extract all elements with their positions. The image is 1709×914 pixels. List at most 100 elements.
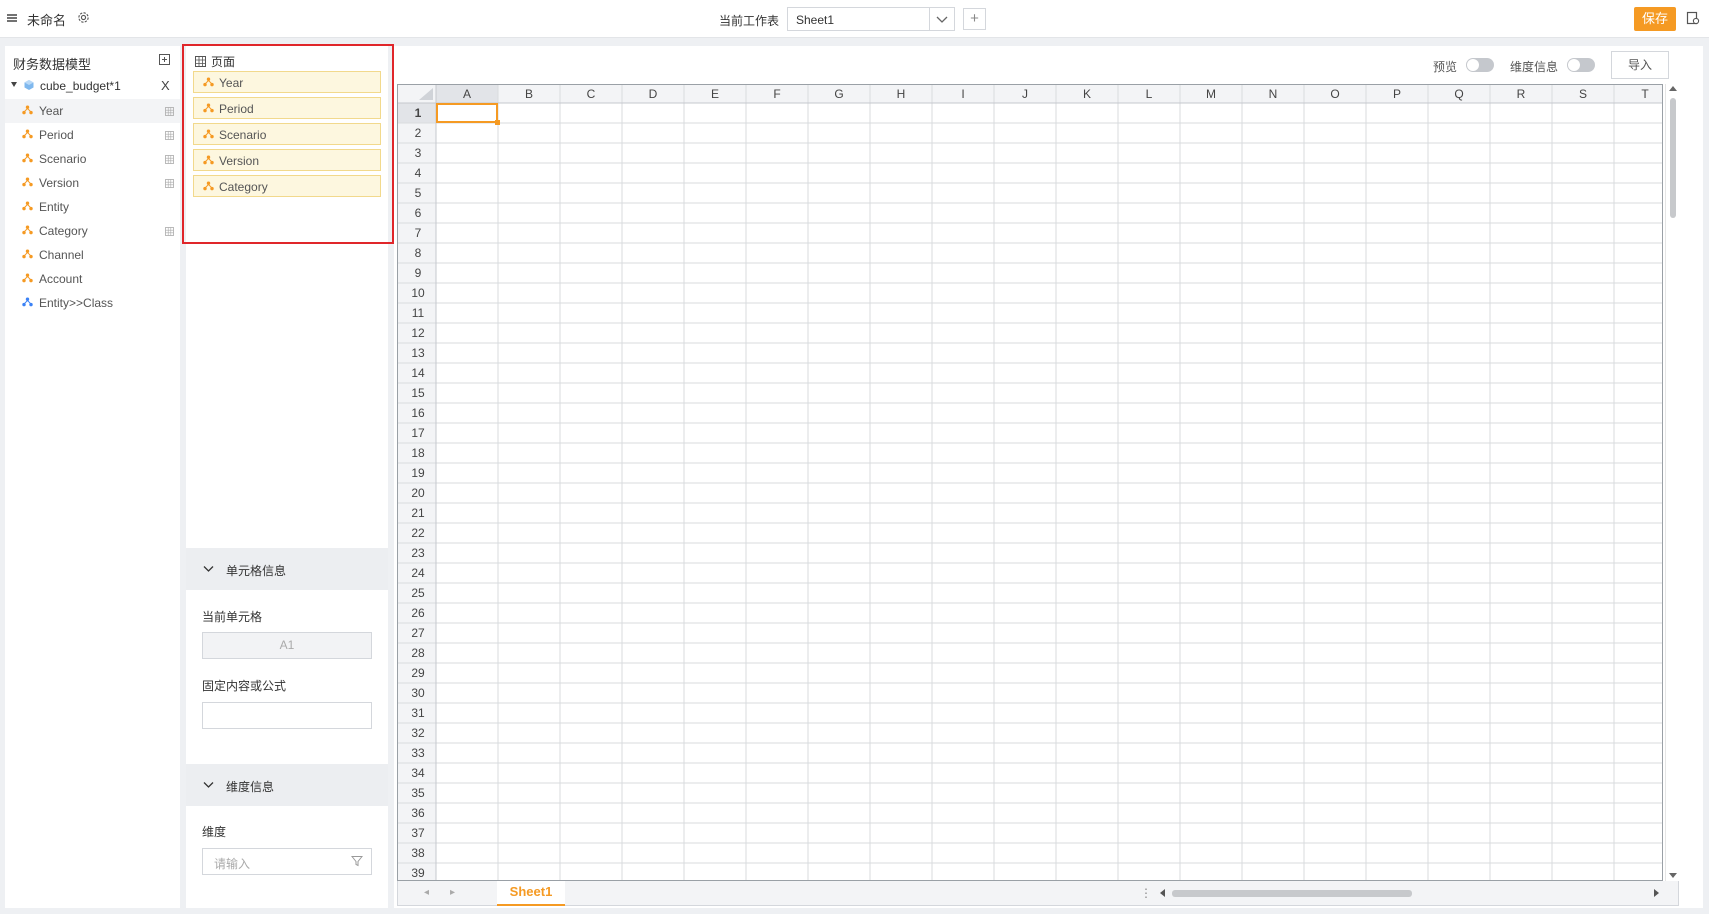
save-button[interactable]: 保存 [1634, 7, 1676, 31]
page-dimension-label: Year [219, 76, 244, 90]
column-header: H [897, 87, 906, 101]
chevron-down-icon[interactable] [203, 565, 214, 573]
dimension-item-label: Channel [39, 248, 84, 262]
page-dimension-chip[interactable]: Category [193, 175, 381, 197]
scroll-right-icon[interactable] [1654, 889, 1659, 897]
gear-icon[interactable] [77, 11, 90, 24]
spreadsheet-grid[interactable]: A B C D E F G H I J K L M N O P Q R S T 1 2 3 4 5 6 7 8 9 10 11 12 13 14 1… [397, 84, 1663, 881]
scroll-up-icon[interactable] [1669, 86, 1677, 91]
spreadsheet-canvas[interactable]: A B C D E F G H I J K L M N O P Q R S T12345678910111213141… [398, 85, 1663, 881]
page-dimension-chip[interactable]: Scenario [193, 123, 381, 145]
scroll-down-icon[interactable] [1669, 873, 1677, 878]
row-header: 19 [411, 466, 425, 480]
row-header: 4 [415, 166, 422, 180]
dimension-info-header[interactable]: 维度信息 [186, 764, 388, 806]
add-model-icon[interactable] [159, 54, 170, 65]
horizontal-scrollbar[interactable] [1160, 886, 1659, 900]
column-header: K [1083, 87, 1091, 101]
row-header: 13 [411, 346, 425, 360]
cell-info-header[interactable]: 单元格信息 [186, 548, 388, 590]
top-bar: 未命名 当前工作表 Sheet1 + 保存 [0, 0, 1709, 38]
dimension-item[interactable]: Category [5, 219, 180, 243]
hierarchy-icon [203, 129, 214, 139]
sheet-tab[interactable]: Sheet1 [497, 881, 565, 906]
cube-icon [23, 79, 35, 91]
page-dimension-chip[interactable]: Year [193, 71, 381, 93]
dimension-item[interactable]: Scenario [5, 147, 180, 171]
dimension-item[interactable]: Channel [5, 243, 180, 267]
column-header: N [1269, 87, 1278, 101]
dimension-item-label: Year [39, 104, 64, 118]
row-header: 3 [415, 146, 422, 160]
dimension-item[interactable]: Year [5, 99, 180, 123]
dimension-item[interactable]: Entity>>Class [5, 291, 180, 315]
grid-icon [195, 56, 206, 67]
row-header: 21 [411, 506, 425, 520]
next-sheet-icon[interactable]: ▸ [450, 887, 455, 898]
current-cell-field: A1 [202, 632, 372, 659]
add-sheet-button[interactable]: + [963, 8, 986, 30]
chevron-down-icon[interactable] [203, 781, 214, 789]
scroll-left-icon[interactable] [1160, 889, 1165, 897]
dimension-info-title: 维度信息 [226, 780, 275, 794]
row-header: 2 [415, 126, 422, 140]
column-header: E [711, 87, 719, 101]
row-header: 12 [411, 326, 425, 340]
hierarchy-icon [22, 297, 33, 307]
dimension-label: 维度 [202, 825, 227, 839]
chevron-down-icon[interactable] [929, 8, 954, 30]
dimension-info-toggle[interactable] [1567, 58, 1595, 72]
dimension-item[interactable]: Account [5, 267, 180, 291]
column-header: J [1022, 87, 1028, 101]
document-settings-icon[interactable] [1686, 11, 1700, 25]
close-cube-button[interactable]: X [161, 78, 170, 93]
column-header: R [1517, 87, 1526, 101]
page-dimension-chip[interactable]: Period [193, 97, 381, 119]
import-button[interactable]: 导入 [1611, 51, 1669, 79]
page-dimension-label: Version [219, 154, 260, 168]
vertical-scrollbar[interactable] [1665, 84, 1679, 881]
dimension-item[interactable]: Period [5, 123, 180, 147]
dimension-item[interactable]: Entity [5, 195, 180, 219]
horizontal-scroll-thumb[interactable] [1172, 890, 1412, 897]
row-header: 23 [411, 546, 425, 560]
dimension-item-label: Account [39, 272, 83, 286]
sheet-tab-bar: ◂ ▸ Sheet1 ⋮ [397, 881, 1679, 906]
column-header: Q [1454, 87, 1463, 101]
row-header: 9 [415, 266, 422, 280]
model-panel-title: 财务数据模型 [13, 57, 92, 72]
dimension-search-input[interactable]: 请输入 [202, 848, 372, 875]
prev-sheet-icon[interactable]: ◂ [424, 887, 429, 898]
hierarchy-icon [203, 181, 214, 191]
hierarchy-icon [22, 129, 33, 139]
column-header: P [1393, 87, 1401, 101]
row-header: 39 [411, 866, 425, 880]
hierarchy-icon [203, 103, 214, 113]
tab-splitter-icon[interactable]: ⋮ [1140, 886, 1152, 900]
formula-input[interactable] [202, 702, 372, 729]
dimension-item-label: Entity>>Class [39, 296, 114, 310]
filter-icon[interactable] [351, 855, 363, 867]
row-header: 38 [411, 846, 425, 860]
hierarchy-icon [22, 153, 33, 163]
hierarchy-icon [203, 77, 214, 87]
expand-triangle-icon[interactable] [11, 82, 17, 87]
preview-toggle[interactable] [1466, 58, 1494, 72]
hierarchy-icon [203, 103, 214, 113]
row-header: 14 [411, 366, 425, 380]
sheet-select[interactable]: Sheet1 [787, 7, 955, 31]
page-dimension-chip[interactable]: Version [193, 149, 381, 171]
cell-info-title: 单元格信息 [226, 564, 287, 578]
hierarchy-icon [22, 177, 33, 187]
dimension-item[interactable]: Version [5, 171, 180, 195]
model-panel: 财务数据模型 cube_budget*1 X Year Period Scenari… [5, 46, 180, 908]
vertical-scroll-thumb[interactable] [1670, 98, 1676, 218]
page-dimension-area[interactable]: 页面 Year Period Scenario Version Category [182, 44, 394, 244]
document-title[interactable]: 未命名 [27, 10, 66, 29]
menu-icon[interactable] [6, 12, 18, 24]
column-header: L [1146, 87, 1153, 101]
dimension-item-label: Category [39, 224, 88, 238]
cube-item[interactable]: cube_budget*1 X [5, 74, 180, 98]
row-header: 16 [411, 406, 425, 420]
row-header: 25 [411, 586, 425, 600]
